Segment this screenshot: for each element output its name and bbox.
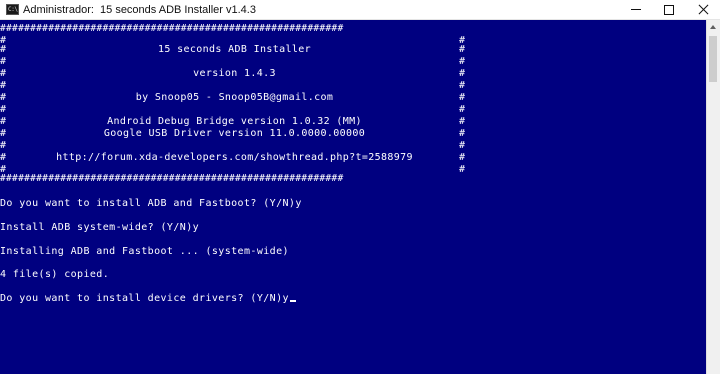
prompt-system-wide: Install ADB system-wide? (Y/N)y [0, 222, 200, 233]
console-window: C:\ Administrador: 15 seconds ADB Instal… [0, 0, 720, 374]
console-output[interactable]: ########################################… [0, 20, 706, 374]
title-bar[interactable]: C:\ Administrador: 15 seconds ADB Instal… [0, 0, 720, 20]
usb-driver-version-line: Google USB Driver version 11.0.0000.0000… [103, 128, 366, 139]
installer-version: version 1.4.3 [193, 68, 276, 79]
border-hash: # [459, 116, 466, 127]
status-files-copied: 4 file(s) copied. [0, 269, 110, 280]
prompt-install-adb: Do you want to install ADB and Fastboot?… [0, 198, 302, 209]
prompt-install-drivers: Do you want to install device drivers? (… [0, 293, 296, 305]
scroll-up-icon[interactable] [707, 20, 720, 34]
window-title: Administrador: 15 seconds ADB Installer … [23, 4, 256, 16]
border-hash: # [459, 164, 466, 175]
installer-name: 15 seconds ADB Installer [158, 44, 311, 55]
maximize-button[interactable] [652, 0, 686, 19]
cmd-icon-label: C:\ [8, 6, 18, 13]
header-border-bottom: ########################################… [0, 173, 344, 184]
border-hash: # [459, 92, 466, 103]
cmd-icon[interactable]: C:\ [6, 4, 19, 15]
border-hash: # [0, 140, 7, 151]
border-hash: # [459, 56, 466, 67]
border-hash: # [0, 104, 7, 115]
border-hash: # [459, 80, 466, 91]
vertical-scrollbar[interactable] [706, 20, 720, 374]
border-hash: # [459, 152, 466, 163]
border-hash: # [459, 128, 466, 139]
border-hash: # [459, 140, 466, 151]
adb-version-line: Android Debug Bridge version 1.0.32 (MM) [107, 116, 362, 127]
border-hash: # [459, 68, 466, 79]
text-cursor [289, 300, 296, 302]
status-installing: Installing ADB and Fastboot ... (system-… [0, 246, 289, 257]
border-hash: # [0, 56, 7, 67]
author-line: by Snoop05 - Snoop05B@gmail.com [135, 92, 334, 103]
border-hash: # [459, 104, 466, 115]
minimize-button[interactable] [620, 0, 654, 19]
forum-url: http://forum.xda-developers.com/showthre… [56, 152, 413, 163]
border-hash: # [0, 80, 7, 91]
border-hash: # [459, 44, 466, 55]
scroll-thumb[interactable] [709, 36, 717, 82]
close-button[interactable] [686, 0, 720, 19]
header-border-top: ########################################… [0, 23, 344, 34]
prompt-install-drivers-text: Do you want to install device drivers? (… [0, 293, 289, 304]
